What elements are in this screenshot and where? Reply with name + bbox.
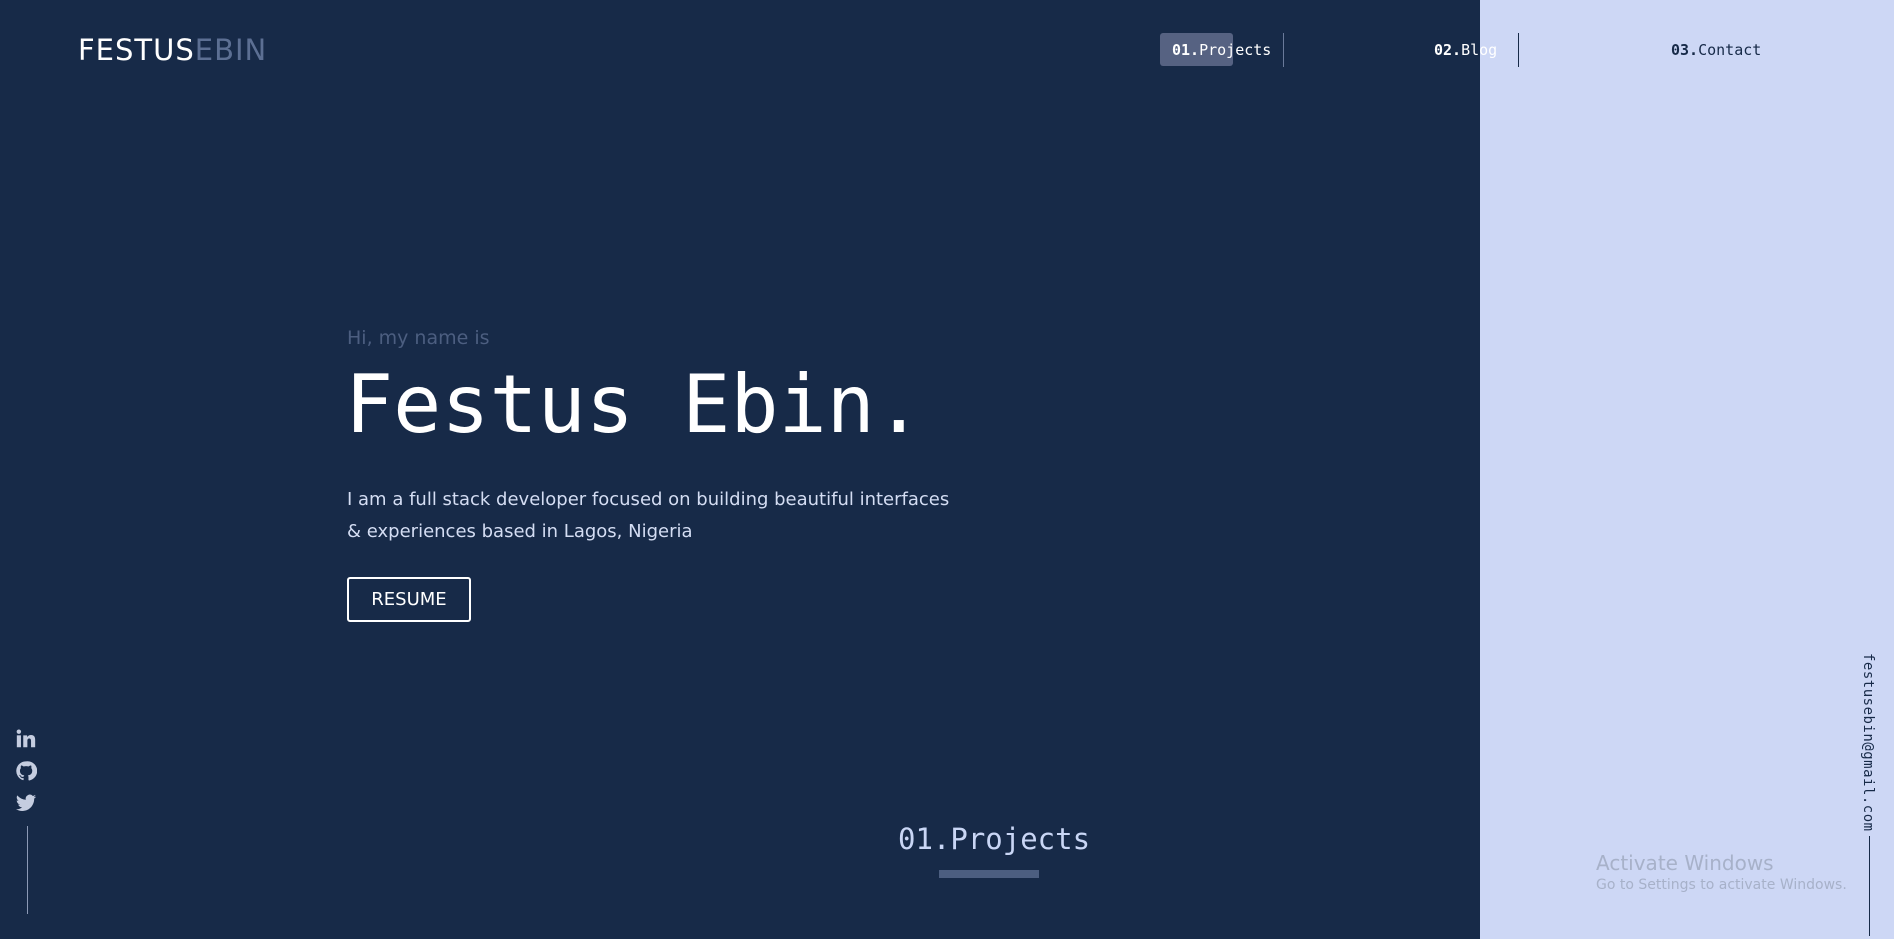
hero-description: I am a full stack developer focused on b… [347, 484, 987, 548]
github-icon[interactable] [15, 760, 39, 784]
activate-windows-subtitle: Go to Settings to activate Windows. [1596, 877, 1847, 893]
nav-label-projects: Projects [1199, 41, 1272, 59]
social-divider-line [27, 826, 28, 914]
linkedin-icon[interactable] [15, 728, 39, 752]
nav-link-blog[interactable]: 02.Blog [1434, 33, 1519, 67]
main-panel [0, 0, 1480, 939]
nav-divider [1283, 33, 1284, 67]
nav-num-projects: 01. [1172, 41, 1200, 59]
nav-num-contact: 03. [1671, 41, 1699, 59]
logo-second: EBIN [194, 33, 268, 67]
side-panel [1480, 0, 1894, 939]
nav-divider [1518, 33, 1519, 67]
resume-button[interactable]: RESUME [347, 577, 471, 622]
hero-description-line2: & experiences based in Lagos, Nigeria [347, 521, 693, 542]
nav-link-projects[interactable]: 01.Projects [1160, 33, 1284, 67]
nav-num-blog: 02. [1434, 41, 1462, 59]
hero-intro: Hi, my name is [347, 327, 490, 349]
activate-windows-title: Activate Windows [1596, 851, 1774, 875]
hero-description-line1: I am a full stack developer focused on b… [347, 489, 950, 510]
logo-first: FESTUS [78, 33, 195, 67]
projects-section-title: 01.Projects [898, 822, 1091, 856]
nav-label-blog: Blog [1461, 41, 1498, 59]
twitter-icon[interactable] [15, 792, 39, 816]
site-logo[interactable]: FESTUSEBIN [78, 33, 267, 67]
nav-label-contact: Contact [1698, 41, 1762, 59]
hero-name: Festus Ebin. [345, 358, 923, 451]
email-divider-line [1869, 836, 1870, 936]
nav-link-contact[interactable]: 03.Contact [1671, 33, 1781, 67]
projects-section-underline [939, 870, 1039, 878]
email-link[interactable]: festusebin@gmail.com [1860, 653, 1876, 832]
